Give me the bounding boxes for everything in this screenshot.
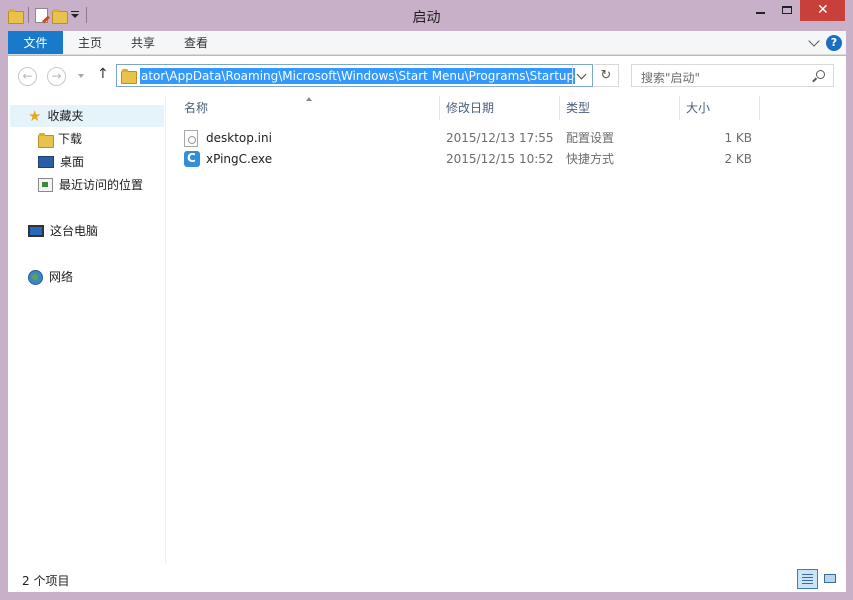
- settings-file-icon: [184, 130, 198, 147]
- file-type: 配置设置: [566, 131, 615, 145]
- file-row[interactable]: desktop.ini 2015/12/13 17:55 配置设置 1 KB: [184, 128, 764, 149]
- content-area: ★ 收藏夹 下载 桌面 最近访问的位置 这台电脑 网络 名称 修改日期 类型 大…: [8, 96, 846, 564]
- network-icon: [28, 269, 43, 285]
- downloads-folder-icon: [38, 132, 54, 148]
- minimize-button[interactable]: [748, 0, 774, 21]
- column-header-size[interactable]: 大小: [686, 96, 710, 120]
- maximize-button[interactable]: [774, 0, 800, 21]
- sidebar-item-label: 网络: [49, 270, 74, 284]
- tab-home[interactable]: 主页: [65, 31, 115, 54]
- address-bar[interactable]: ator\AppData\Roaming\Microsoft\Windows\S…: [116, 64, 593, 87]
- large-icons-view-icon: [824, 574, 836, 583]
- tab-share[interactable]: 共享: [118, 31, 168, 54]
- title-bar: 启动 ✕: [0, 0, 853, 30]
- sidebar-item-favorites[interactable]: ★ 收藏夹: [10, 105, 164, 127]
- sidebar-item-recent-places[interactable]: 最近访问的位置: [38, 174, 143, 196]
- up-button[interactable]: ↑: [97, 66, 109, 82]
- ribbon-tabs: 文件 主页 共享 查看 ?: [8, 31, 846, 55]
- column-header-name[interactable]: 名称: [184, 96, 208, 120]
- sidebar-item-label: 收藏夹: [47, 109, 84, 123]
- tab-file[interactable]: 文件: [8, 31, 63, 54]
- maximize-icon: [782, 6, 792, 14]
- file-name: desktop.ini: [206, 131, 272, 145]
- column-header-type[interactable]: 类型: [566, 96, 590, 120]
- tab-view[interactable]: 查看: [171, 31, 221, 54]
- details-view-button[interactable]: [797, 569, 818, 589]
- desktop-icon: [38, 156, 54, 168]
- navigation-bar: ← → ↑ ator\AppData\Roaming\Microsoft\Win…: [8, 56, 846, 96]
- refresh-button[interactable]: ↻: [594, 64, 619, 87]
- help-icon[interactable]: ?: [826, 35, 842, 51]
- file-date: 2015/12/13 17:55: [446, 131, 554, 145]
- file-date: 2015/12/15 10:52: [446, 152, 554, 166]
- expand-ribbon-icon[interactable]: [808, 35, 820, 47]
- window-controls: ✕: [748, 0, 845, 21]
- column-divider[interactable]: [759, 96, 760, 120]
- address-dropdown-button[interactable]: [572, 65, 592, 86]
- exe-icon: [184, 148, 200, 169]
- sidebar-item-label: 最近访问的位置: [59, 178, 144, 192]
- sidebar-item-this-pc[interactable]: 这台电脑: [28, 220, 98, 242]
- file-size: 1 KB: [724, 131, 752, 145]
- column-header-date[interactable]: 修改日期: [446, 96, 494, 120]
- details-view-icon: [802, 574, 813, 584]
- close-icon: ✕: [817, 2, 829, 18]
- sidebar-item-downloads[interactable]: 下载: [38, 128, 82, 150]
- navigation-pane: ★ 收藏夹 下载 桌面 最近访问的位置 这台电脑 网络: [8, 96, 166, 564]
- back-button[interactable]: ←: [18, 67, 37, 86]
- sidebar-item-label: 这台电脑: [50, 224, 99, 238]
- file-name: xPingC.exe: [206, 152, 273, 166]
- close-button[interactable]: ✕: [800, 0, 845, 21]
- computer-icon: [28, 225, 44, 237]
- window-title: 启动: [412, 10, 441, 26]
- large-icons-view-button[interactable]: [820, 569, 841, 589]
- status-bar: 2 个项目: [8, 564, 846, 592]
- minimize-icon: [756, 12, 765, 14]
- folder-icon: [121, 69, 137, 84]
- search-placeholder: 搜索"启动": [641, 71, 701, 85]
- item-count: 2 个项目: [22, 574, 70, 588]
- column-divider[interactable]: [559, 96, 560, 120]
- search-icon[interactable]: [816, 70, 825, 79]
- column-divider[interactable]: [439, 96, 440, 120]
- file-size: 2 KB: [724, 152, 752, 166]
- recent-locations-icon[interactable]: [78, 74, 84, 78]
- sidebar-item-desktop[interactable]: 桌面: [38, 151, 84, 173]
- sidebar-item-network[interactable]: 网络: [28, 266, 73, 288]
- file-list: 名称 修改日期 类型 大小 desktop.ini 2015/12/13 17:…: [166, 96, 846, 564]
- forward-button[interactable]: →: [47, 67, 66, 86]
- sidebar-item-label: 下载: [58, 132, 83, 146]
- sidebar-item-label: 桌面: [60, 155, 85, 169]
- star-icon: ★: [28, 106, 42, 125]
- address-path[interactable]: ator\AppData\Roaming\Microsoft\Windows\S…: [140, 68, 576, 84]
- recent-places-icon: [38, 178, 53, 192]
- explorer-window: 启动 ✕ 文件 主页 共享 查看 ? ← → ↑ ator\AppData\Ro…: [0, 0, 853, 600]
- file-row[interactable]: xPingC.exe 2015/12/15 10:52 快捷方式 2 KB: [184, 148, 764, 170]
- column-divider[interactable]: [679, 96, 680, 120]
- search-input[interactable]: 搜索"启动": [631, 64, 834, 87]
- sort-ascending-icon: [306, 97, 312, 101]
- file-type: 快捷方式: [566, 152, 615, 166]
